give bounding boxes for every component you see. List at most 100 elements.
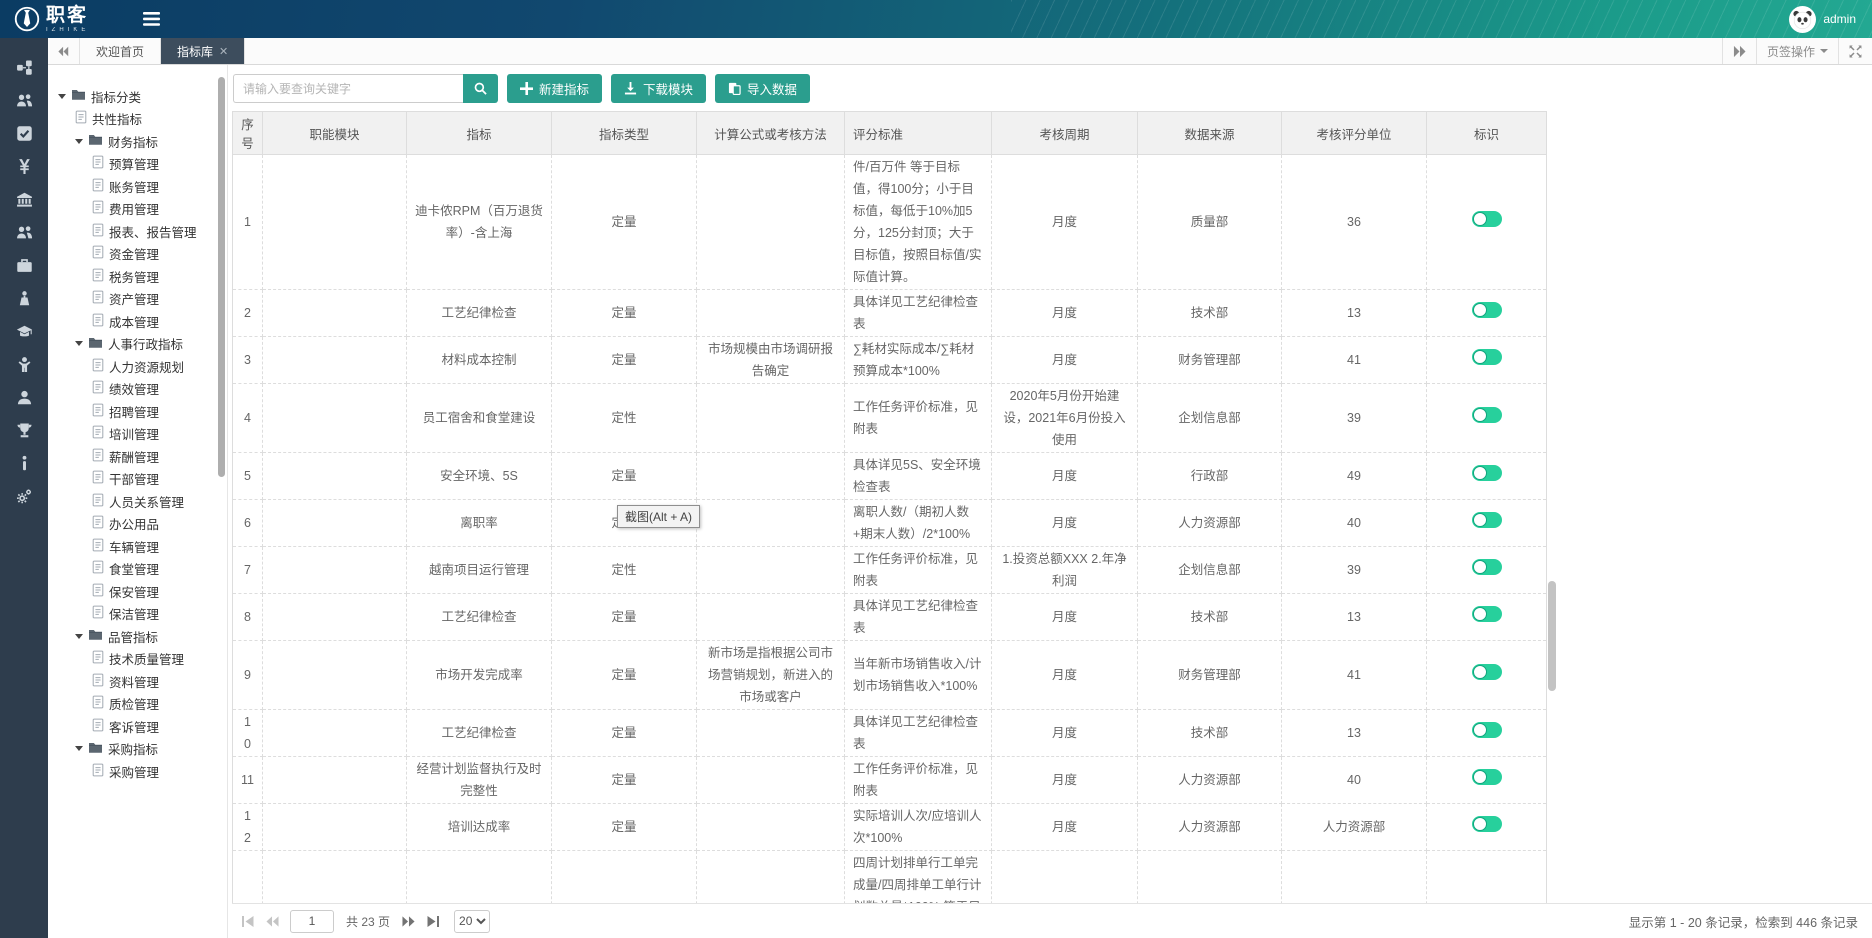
tree-leaf-招聘管理[interactable]: 招聘管理: [58, 400, 227, 423]
users-icon[interactable]: [0, 216, 48, 249]
app-logo: 职客 IZHIKE: [0, 6, 103, 33]
gears-icon[interactable]: [0, 480, 48, 513]
search-input[interactable]: [233, 74, 463, 103]
cell-indicator: 安全环境、5S: [407, 453, 552, 500]
tree-leaf-预算管理[interactable]: 预算管理: [58, 153, 227, 176]
tree-leaf-绩效管理[interactable]: 绩效管理: [58, 378, 227, 401]
info-icon[interactable]: [0, 447, 48, 480]
cubes-icon[interactable]: [0, 51, 48, 84]
screenshot-tooltip: 截图(Alt + A): [617, 505, 700, 528]
status-toggle[interactable]: [1472, 302, 1502, 318]
tree-leaf-客诉管理[interactable]: 客诉管理: [58, 715, 227, 738]
tree-expand-icon[interactable]: [75, 746, 83, 751]
status-toggle[interactable]: [1472, 211, 1502, 227]
user-menu[interactable]: admin: [1789, 6, 1872, 33]
tree-leaf-质检管理[interactable]: 质检管理: [58, 693, 227, 716]
page-number-input[interactable]: [290, 910, 334, 933]
tree-leaf-保洁管理[interactable]: 保洁管理: [58, 603, 227, 626]
menu-toggle-icon[interactable]: [143, 12, 160, 26]
child-icon[interactable]: [0, 348, 48, 381]
cell-source: 生产部-计划科: [1138, 851, 1282, 904]
status-toggle[interactable]: [1472, 349, 1502, 365]
tree-leaf-干部管理[interactable]: 干部管理: [58, 468, 227, 491]
tree-folder-采购指标[interactable]: 采购指标: [58, 738, 227, 761]
tree-expand-icon[interactable]: [75, 634, 83, 639]
import-data-button[interactable]: 导入数据: [715, 74, 810, 103]
next-page-button[interactable]: [396, 910, 420, 932]
status-toggle[interactable]: [1472, 606, 1502, 622]
status-toggle[interactable]: [1472, 722, 1502, 738]
status-toggle[interactable]: [1472, 769, 1502, 785]
tree-leaf-费用管理[interactable]: 费用管理: [58, 198, 227, 221]
tab-close-icon[interactable]: ✕: [219, 45, 228, 58]
username: admin: [1823, 12, 1856, 26]
status-toggle[interactable]: [1472, 559, 1502, 575]
table-row: 7越南项目运行管理定性工作任务评价标准，见附表1.投资总额XXX 2.年净利润企…: [233, 547, 1547, 594]
tree-leaf-食堂管理[interactable]: 食堂管理: [58, 558, 227, 581]
bank-icon[interactable]: [0, 183, 48, 216]
tree-leaf-成本管理[interactable]: 成本管理: [58, 310, 227, 333]
file-icon: [92, 493, 104, 510]
tree-expand-icon[interactable]: [75, 341, 83, 346]
tree-leaf-采购管理[interactable]: 采购管理: [58, 760, 227, 783]
tree-leaf-保安管理[interactable]: 保安管理: [58, 580, 227, 603]
tree-leaf-税务管理[interactable]: 税务管理: [58, 265, 227, 288]
fullscreen-icon[interactable]: [1838, 38, 1872, 64]
tabs-scroll-left-icon[interactable]: [48, 38, 80, 64]
tree-leaf-共性指标[interactable]: 共性指标: [58, 108, 227, 131]
cell-unit: 40: [1282, 500, 1427, 547]
tree-folder-指标分类[interactable]: 指标分类: [58, 85, 227, 108]
tree-folder-人事行政指标[interactable]: 人事行政指标: [58, 333, 227, 356]
status-toggle[interactable]: [1472, 816, 1502, 832]
tabs-scroll-right-icon[interactable]: [1722, 38, 1756, 64]
tree-folder-品管指标[interactable]: 品管指标: [58, 625, 227, 648]
graduation-cap-icon[interactable]: [0, 315, 48, 348]
tree-leaf-办公用品[interactable]: 办公用品: [58, 513, 227, 536]
tree-expand-icon[interactable]: [58, 94, 66, 99]
tree-leaf-技术质量管理[interactable]: 技术质量管理: [58, 648, 227, 671]
file-icon: [92, 380, 104, 397]
prev-page-button[interactable]: [260, 910, 284, 932]
podium-icon[interactable]: [0, 282, 48, 315]
tree-leaf-账务管理[interactable]: 账务管理: [58, 175, 227, 198]
tree-expand-icon[interactable]: [75, 139, 83, 144]
cell-source: 企划信息部: [1138, 384, 1282, 453]
tree-leaf-培训管理[interactable]: 培训管理: [58, 423, 227, 446]
cell-cycle: 月度: [992, 453, 1138, 500]
tree-folder-财务指标[interactable]: 财务指标: [58, 130, 227, 153]
tab-指标库[interactable]: 指标库✕: [161, 38, 245, 64]
tree-scrollbar[interactable]: [218, 77, 225, 477]
page-size-select[interactable]: 20: [454, 910, 490, 933]
file-icon: [92, 403, 104, 420]
yen-icon[interactable]: [0, 150, 48, 183]
cell-source: 质量部: [1138, 155, 1282, 290]
first-page-button[interactable]: [236, 910, 260, 932]
tree-leaf-报表、报告管理[interactable]: 报表、报告管理: [58, 220, 227, 243]
tab-operations-dropdown[interactable]: 页签操作: [1756, 38, 1838, 64]
user-icon[interactable]: [0, 381, 48, 414]
tree-leaf-车辆管理[interactable]: 车辆管理: [58, 535, 227, 558]
table-scrollbar-thumb[interactable]: [1548, 581, 1556, 691]
download-module-button[interactable]: 下载模块: [611, 74, 706, 103]
tree-leaf-资料管理[interactable]: 资料管理: [58, 670, 227, 693]
tree-leaf-人力资源规划[interactable]: 人力资源规划: [58, 355, 227, 378]
tree-leaf-人员关系管理[interactable]: 人员关系管理: [58, 490, 227, 513]
status-toggle[interactable]: [1472, 664, 1502, 680]
trophy-icon[interactable]: [0, 414, 48, 447]
file-icon: [92, 268, 104, 285]
users-icon[interactable]: [0, 84, 48, 117]
tree-leaf-薪酬管理[interactable]: 薪酬管理: [58, 445, 227, 468]
check-square-icon[interactable]: [0, 117, 48, 150]
tree-leaf-资产管理[interactable]: 资产管理: [58, 288, 227, 311]
tab-欢迎首页[interactable]: 欢迎首页: [80, 38, 161, 64]
search-button[interactable]: [463, 74, 498, 103]
briefcase-icon[interactable]: [0, 249, 48, 282]
tree-leaf-资金管理[interactable]: 资金管理: [58, 243, 227, 266]
table-scrollbar[interactable]: [1548, 137, 1556, 903]
status-toggle[interactable]: [1472, 465, 1502, 481]
status-toggle[interactable]: [1472, 512, 1502, 528]
last-page-button[interactable]: [420, 910, 444, 932]
new-indicator-button[interactable]: 新建指标: [507, 74, 602, 103]
status-toggle[interactable]: [1472, 407, 1502, 423]
file-icon: [92, 718, 104, 735]
